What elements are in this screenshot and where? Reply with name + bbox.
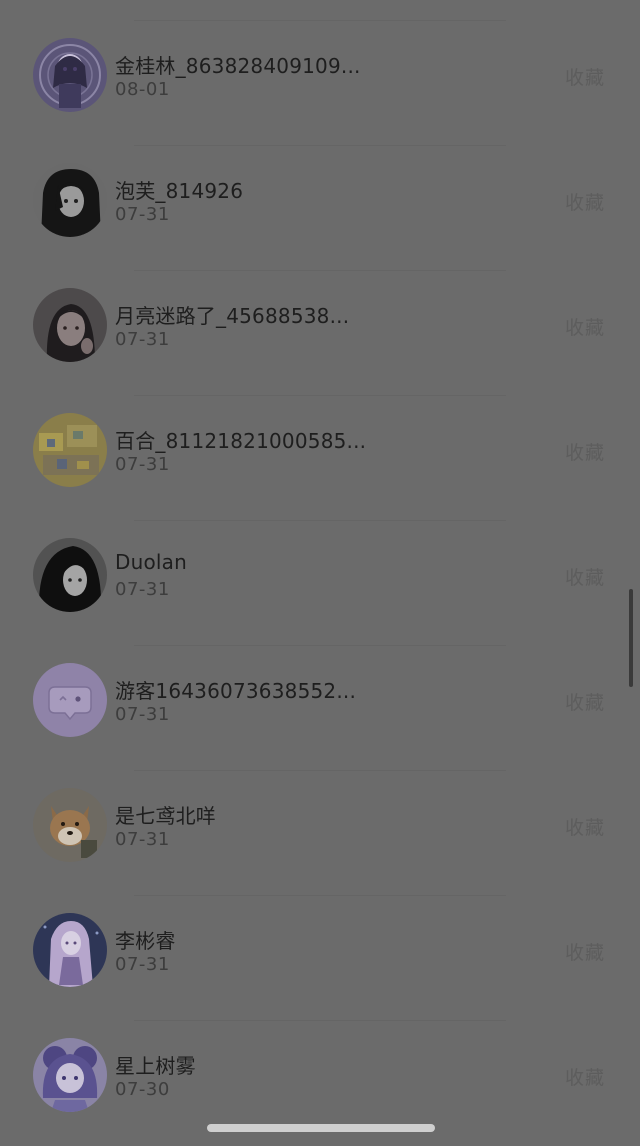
user-name: 游客16436073638552... bbox=[115, 679, 357, 703]
anime-purple-sketch-avatar-image bbox=[33, 1038, 107, 1112]
collect-button[interactable]: 收藏 bbox=[565, 563, 605, 590]
collect-button[interactable]: 收藏 bbox=[565, 813, 605, 840]
row-divider bbox=[134, 395, 506, 396]
collect-button[interactable]: 收藏 bbox=[565, 438, 605, 465]
avatar[interactable] bbox=[33, 38, 107, 112]
user-name: 百合_81121821000585... bbox=[115, 429, 367, 453]
avatar[interactable] bbox=[33, 788, 107, 862]
like-date: 07-31 bbox=[115, 329, 170, 350]
list-item[interactable]: 李彬睿 07-31 收藏 bbox=[0, 895, 640, 1020]
like-date: 07-31 bbox=[115, 204, 170, 225]
row-divider bbox=[134, 520, 506, 521]
collect-button[interactable]: 收藏 bbox=[565, 188, 605, 215]
collect-button[interactable]: 收藏 bbox=[565, 1063, 605, 1090]
anime-purple-avatar-image bbox=[33, 38, 107, 112]
like-date: 07-30 bbox=[115, 1079, 170, 1100]
yellow-scene-avatar-image bbox=[33, 413, 107, 487]
list-item[interactable]: 泡芙_814926 07-31 收藏 bbox=[0, 145, 640, 270]
collect-button[interactable]: 收藏 bbox=[565, 688, 605, 715]
row-divider bbox=[134, 20, 506, 21]
list-item[interactable]: 游客16436073638552... 07-31 收藏 bbox=[0, 645, 640, 770]
avatar[interactable] bbox=[33, 163, 107, 237]
collect-button[interactable]: 收藏 bbox=[565, 63, 605, 90]
user-name: 是七鸢北咩 bbox=[115, 804, 216, 828]
liked-users-list: 金桂林_863828409109... 08-01 收藏 泡芙_814926 0… bbox=[0, 0, 640, 1146]
like-date: 07-31 bbox=[115, 829, 170, 850]
like-date: 07-31 bbox=[115, 954, 170, 975]
row-divider bbox=[134, 770, 506, 771]
anime-hooded-avatar-image bbox=[33, 538, 107, 612]
row-divider bbox=[134, 645, 506, 646]
list-item[interactable]: 金桂林_863828409109... 08-01 收藏 bbox=[0, 0, 640, 125]
shiba-dog-avatar-image bbox=[33, 788, 107, 862]
anime-black-hair-avatar-image bbox=[33, 163, 107, 237]
avatar[interactable] bbox=[33, 538, 107, 612]
avatar[interactable] bbox=[33, 288, 107, 362]
user-name: 星上树雾 bbox=[115, 1054, 196, 1078]
default-chat-bubble-avatar-image bbox=[33, 663, 107, 737]
row-divider bbox=[134, 270, 506, 271]
girl-photo-avatar-image bbox=[33, 288, 107, 362]
avatar[interactable] bbox=[33, 663, 107, 737]
avatar[interactable] bbox=[33, 1038, 107, 1112]
row-divider bbox=[134, 145, 506, 146]
list-item[interactable]: Duolan 07-31 收藏 bbox=[0, 520, 640, 645]
user-name: 泡芙_814926 bbox=[115, 179, 244, 203]
row-divider bbox=[134, 1020, 506, 1021]
user-name: 月亮迷路了_45688538... bbox=[115, 304, 350, 328]
avatar[interactable] bbox=[33, 413, 107, 487]
collect-button[interactable]: 收藏 bbox=[565, 313, 605, 340]
list-item[interactable]: 是七鸢北咩 07-31 收藏 bbox=[0, 770, 640, 895]
like-date: 08-01 bbox=[115, 79, 170, 100]
like-date: 07-31 bbox=[115, 579, 170, 600]
avatar[interactable] bbox=[33, 913, 107, 987]
like-date: 07-31 bbox=[115, 454, 170, 475]
user-name: Duolan bbox=[115, 550, 188, 574]
collect-button[interactable]: 收藏 bbox=[565, 938, 605, 965]
like-date: 07-31 bbox=[115, 704, 170, 725]
list-item[interactable]: 百合_81121821000585... 07-31 收藏 bbox=[0, 395, 640, 520]
user-name: 金桂林_863828409109... bbox=[115, 54, 361, 78]
scrollbar[interactable] bbox=[629, 589, 633, 687]
row-divider bbox=[134, 895, 506, 896]
user-name: 李彬睿 bbox=[115, 929, 176, 953]
home-indicator[interactable] bbox=[207, 1124, 435, 1132]
list-item[interactable]: 月亮迷路了_45688538... 07-31 收藏 bbox=[0, 270, 640, 395]
anime-lavender-avatar-image bbox=[33, 913, 107, 987]
